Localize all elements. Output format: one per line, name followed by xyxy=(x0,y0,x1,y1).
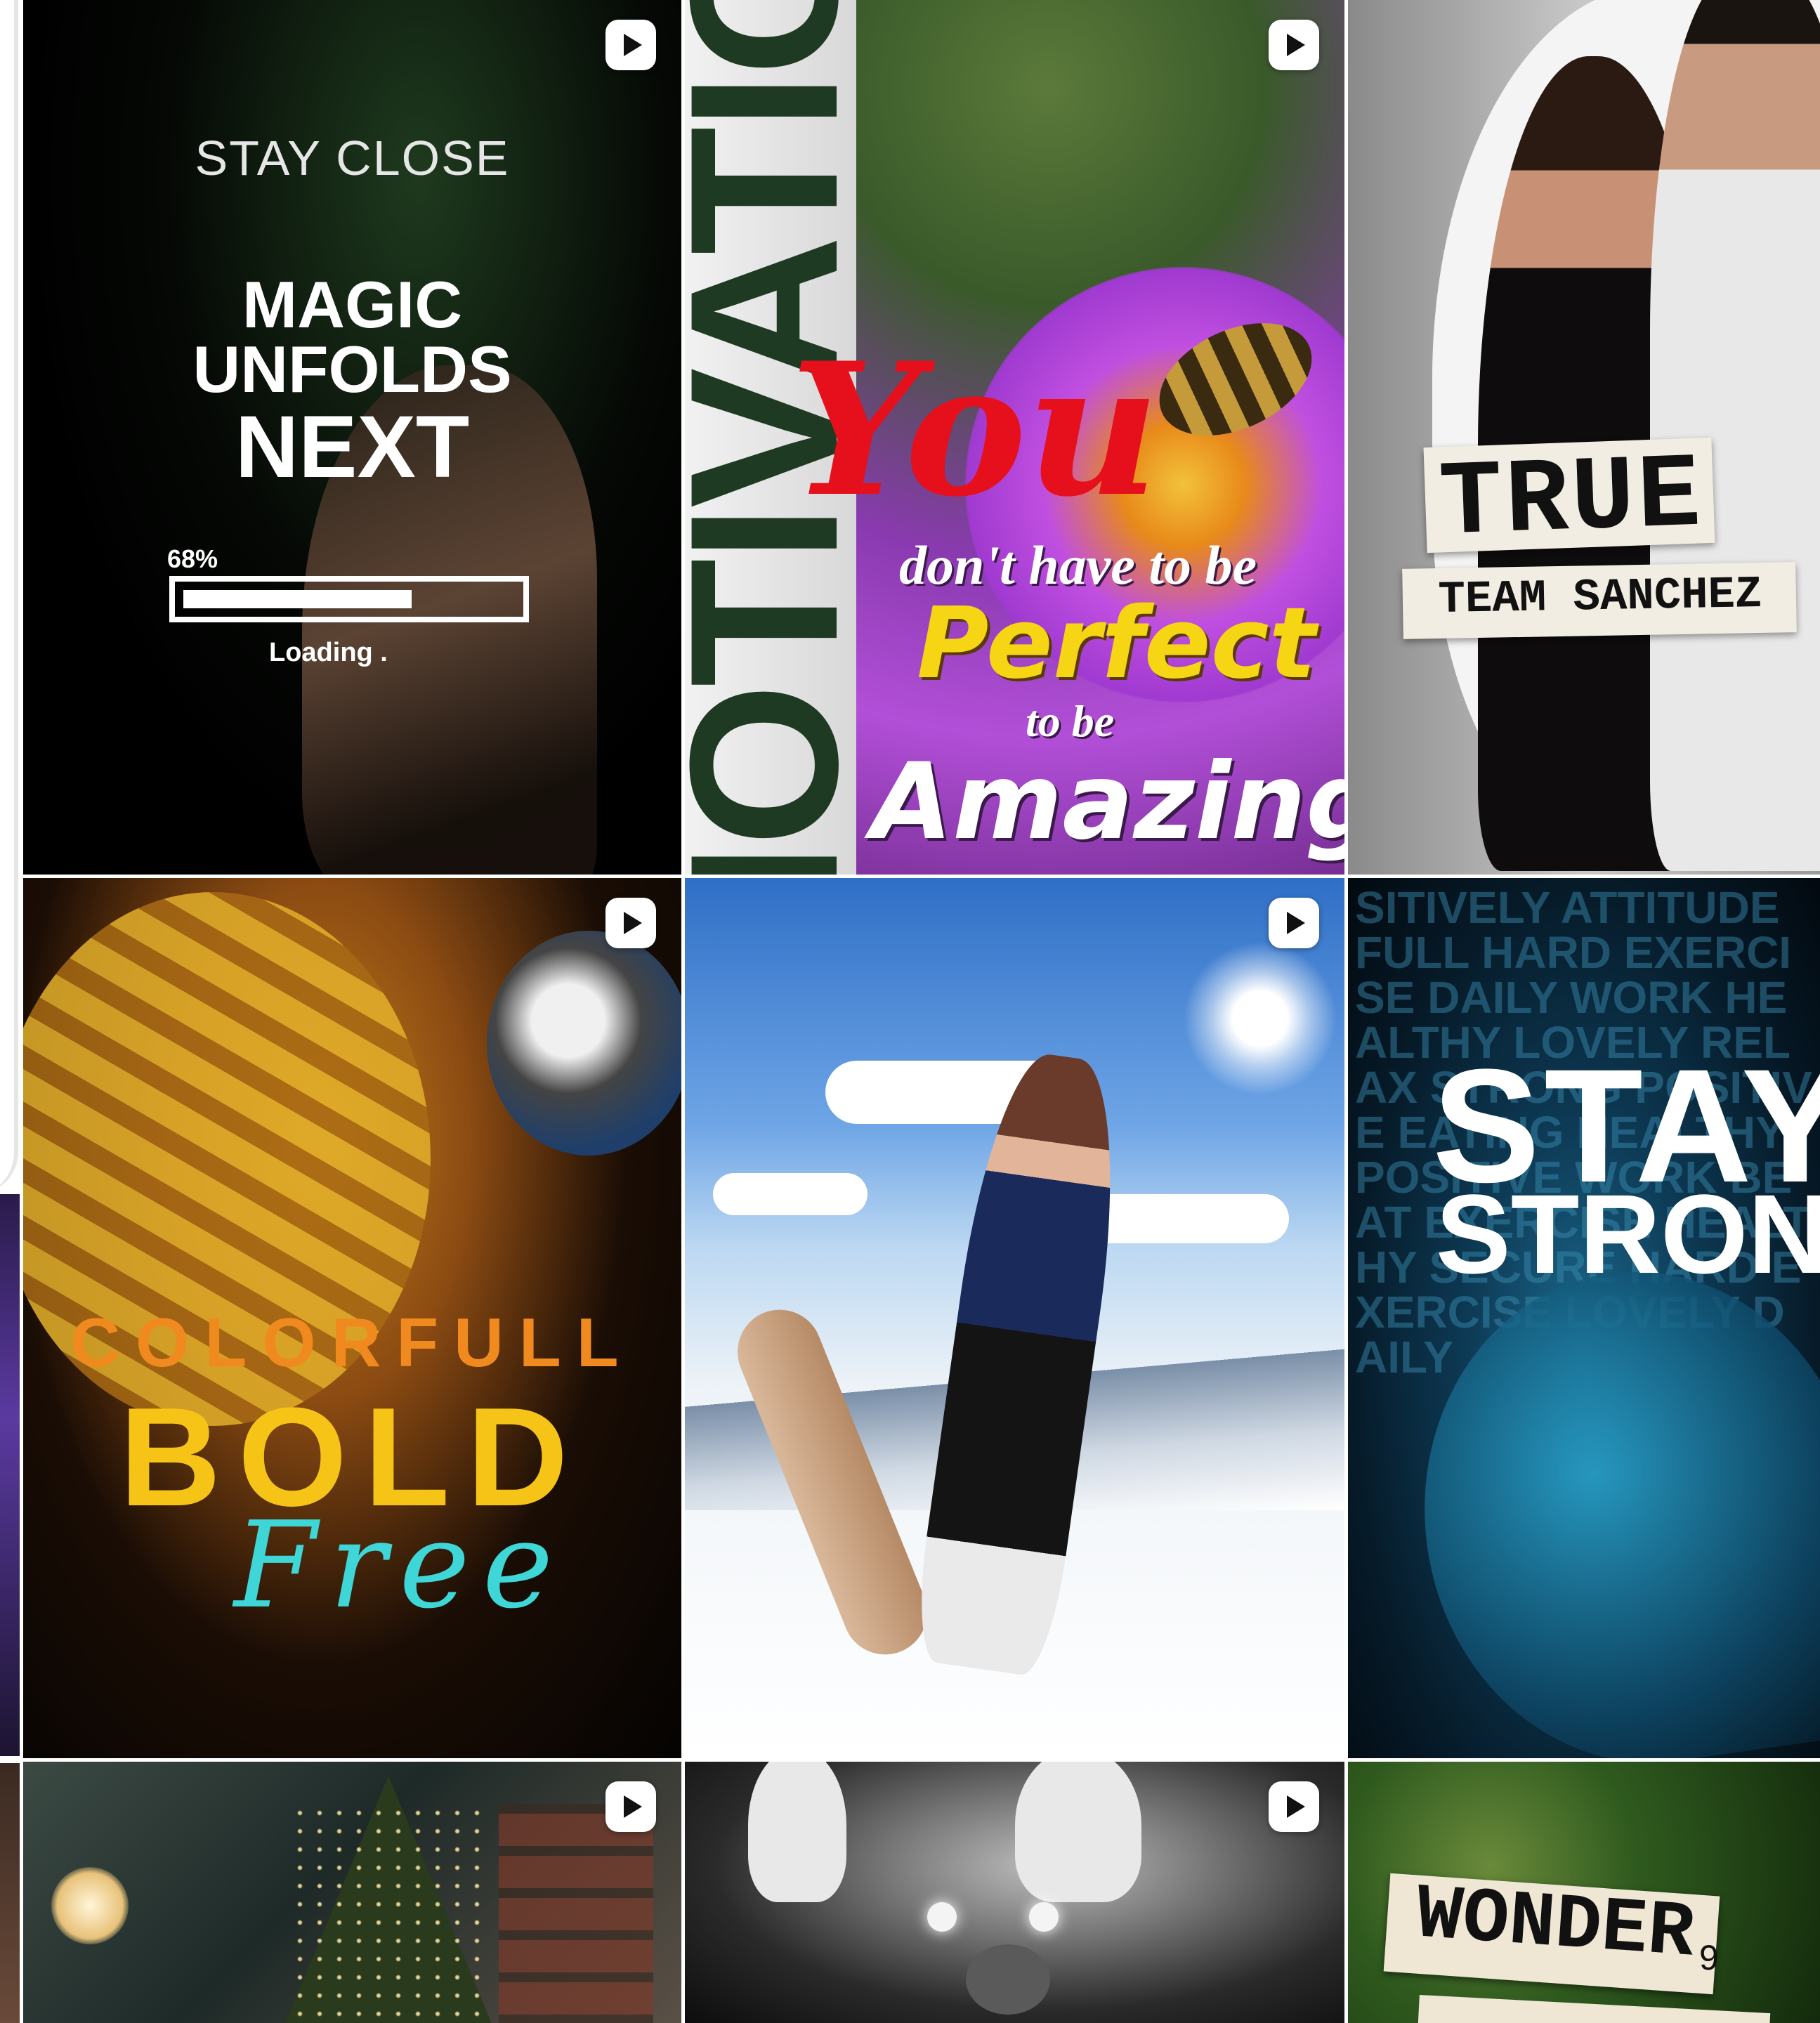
parrot-head xyxy=(487,931,681,1155)
tree-lights xyxy=(290,1804,487,2023)
progress-fill xyxy=(183,590,412,608)
progress-percent: 68% xyxy=(167,544,218,573)
reel-play-icon xyxy=(605,20,656,70)
reel-thumbnail-5[interactable] xyxy=(685,878,1344,1758)
lamp-photo xyxy=(51,1867,129,1944)
animal-eye xyxy=(1029,1902,1059,1932)
partial-thumbnail xyxy=(0,1763,20,2023)
reel-play-icon xyxy=(1269,20,1319,70)
title-script: Free xyxy=(234,1496,566,1635)
headline-line-3: NEXT xyxy=(235,398,470,496)
reel-play-icon xyxy=(605,1781,656,1832)
subtitle-text: STAY CLOSE xyxy=(195,131,510,185)
reel-thumbnail-1[interactable]: STAY CLOSE MAGIC UNFOLDS NEXT 68% Loadin… xyxy=(23,0,681,875)
reel-thumbnail-4[interactable]: COLORFULL BOLD Free xyxy=(23,878,681,1758)
title-line-1: COLORFULL xyxy=(70,1304,634,1381)
headline-line-2: STRONG xyxy=(1436,1171,1820,1297)
reel-thumbnail-6[interactable]: SITIVELY ATTITUDE FULL HARD EXERCISE DAI… xyxy=(1348,878,1820,1758)
left-edge-strip xyxy=(0,0,21,2023)
quote-line-4: Amazing xyxy=(871,741,1344,863)
headline-line-2: UNFOLDS xyxy=(192,332,512,406)
script-word: You xyxy=(790,323,1160,537)
partial-thumbnail xyxy=(0,1194,20,1756)
loading-label: Loading . xyxy=(269,638,388,667)
animal-eye xyxy=(927,1902,957,1932)
reel-play-icon xyxy=(1269,1781,1319,1832)
reel-thumbnail-9[interactable]: WONDER 9 xyxy=(1348,1762,1820,2023)
ransom-caption: TEAM SANCHEZ xyxy=(1437,569,1763,627)
person-photo xyxy=(1650,0,1820,871)
sun-glare xyxy=(1183,941,1337,1096)
animal-ear xyxy=(748,1762,846,1902)
reel-thumbnail-8[interactable] xyxy=(685,1762,1344,2023)
label-paper xyxy=(1417,1994,1771,2023)
reel-thumbnail-2[interactable]: MOTIVATION You don't have to be Perfect … xyxy=(685,0,1344,875)
page-number: 9 xyxy=(1699,1938,1719,1977)
animal-snout xyxy=(966,1944,1050,2015)
panel-edge xyxy=(0,0,18,1194)
quote-line-3: to be xyxy=(1026,696,1115,746)
reel-thumbnail-3[interactable]: TRUE TEAM SANCHEZ xyxy=(1348,0,1820,875)
progress-bar xyxy=(169,576,529,622)
quote-line-2: Perfect xyxy=(917,587,1316,701)
reel-play-icon xyxy=(605,898,656,948)
cloud xyxy=(713,1173,868,1215)
animal-ear xyxy=(1015,1762,1141,1902)
ransom-word: TRUE xyxy=(1437,436,1706,565)
bookshelf xyxy=(499,1804,653,2023)
reel-thumbnail-7[interactable] xyxy=(23,1762,681,2023)
cloud xyxy=(1078,1194,1289,1243)
reel-play-icon xyxy=(1269,898,1319,948)
